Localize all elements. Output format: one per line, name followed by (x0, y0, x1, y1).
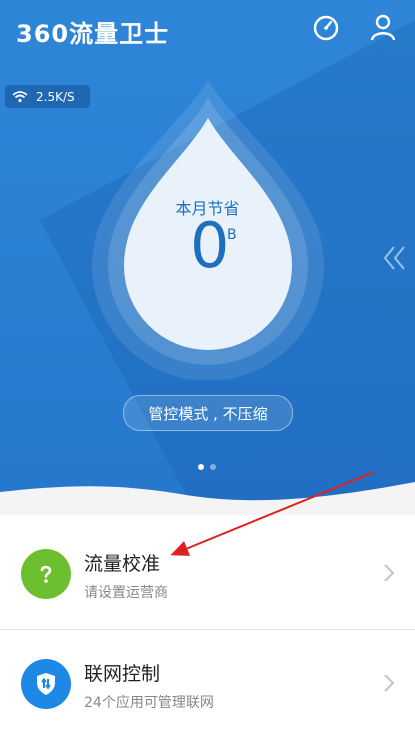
app-title: 360流量卫士 (16, 20, 170, 48)
traffic-calibration-card[interactable]: 流量校准 请设置运营商 (0, 515, 415, 629)
question-icon (21, 549, 71, 599)
chevron-right-icon[interactable] (382, 563, 396, 583)
wifi-icon (12, 90, 28, 102)
double-chevron-left-icon[interactable] (382, 244, 408, 272)
user-icon[interactable] (368, 12, 398, 42)
savings-unit: B (227, 227, 237, 243)
mode-label: 管控模式 , 不压缩 (148, 404, 268, 423)
mode-button[interactable]: 管控模式 , 不压缩 (123, 395, 293, 431)
card-subtitle: 24个应用可管理联网 (84, 695, 214, 711)
speedometer-icon[interactable] (311, 12, 341, 42)
network-control-card[interactable]: 联网控制 24个应用可管理联网 (0, 630, 415, 744)
chevron-right-icon[interactable] (382, 673, 396, 693)
network-speed-indicator: 2.5K/S (5, 85, 90, 108)
wave-divider (0, 482, 415, 505)
card-title: 联网控制 (84, 663, 161, 685)
speed-text: 2.5K/S (36, 89, 75, 104)
card-subtitle: 请设置运营商 (84, 585, 168, 601)
card-title: 流量校准 (84, 553, 161, 575)
shield-icon (21, 659, 71, 709)
savings-value: 0 (190, 209, 230, 282)
hero-panel: 360流量卫士 2.5K/S 本月节省 0 B 管控模式 , 不压缩 (0, 0, 415, 505)
